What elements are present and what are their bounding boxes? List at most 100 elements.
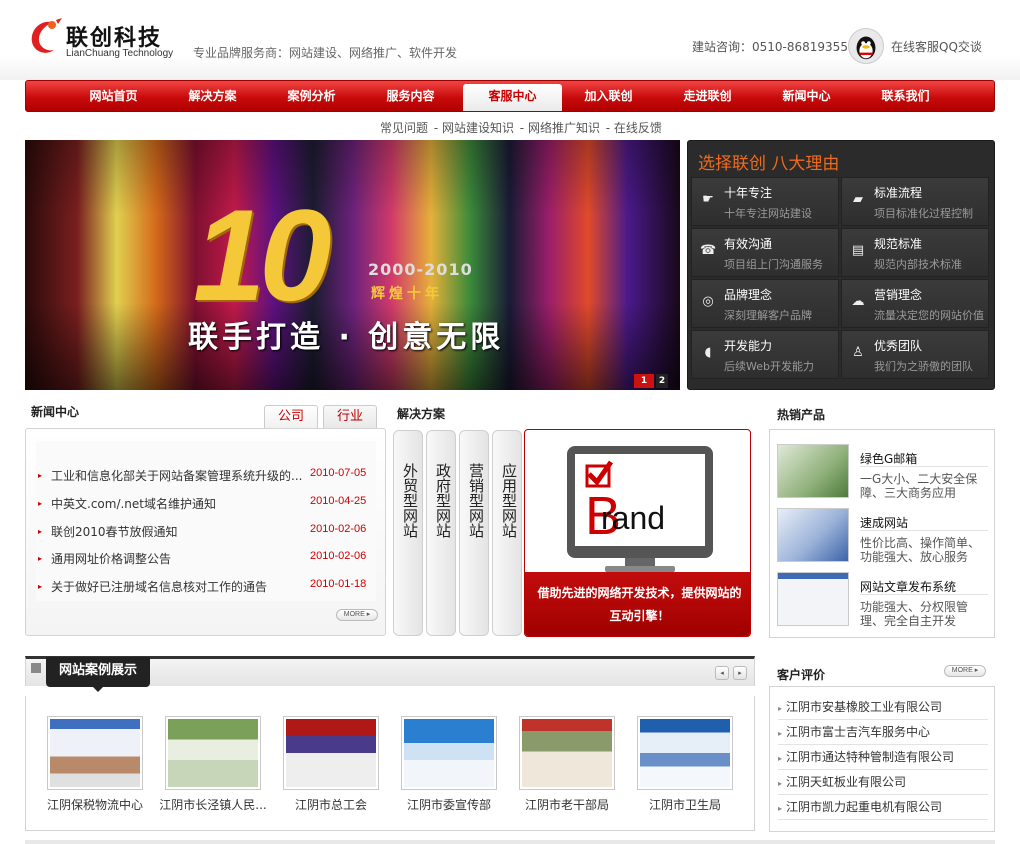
product-image[interactable] xyxy=(777,508,849,562)
product-item[interactable]: 绿色G邮箱 一G大小、二大安全保障、三大商务应用 xyxy=(774,440,992,502)
tab-company[interactable]: 公司 xyxy=(264,405,318,429)
case-thumbnail[interactable] xyxy=(401,716,497,790)
product-name[interactable]: 网站文章发布系统 xyxy=(860,578,956,595)
reviews-more-button[interactable]: MORE ▸ xyxy=(944,665,986,677)
reason-item[interactable]: ▰ 标准流程 项目标准化过程控制 xyxy=(841,177,989,226)
logo-icon[interactable] xyxy=(22,16,64,58)
case-thumbnail[interactable] xyxy=(47,716,143,790)
case-name[interactable]: 江阴市长泾镇人民... xyxy=(158,796,268,813)
list-item[interactable]: ▸ 江阴市富士吉汽车服务中心 xyxy=(778,720,988,745)
product-name[interactable]: 绿色G邮箱 xyxy=(860,450,917,467)
product-item[interactable]: 速成网站 性价比高、操作简单、功能强大、放心服务 xyxy=(774,504,992,566)
product-image[interactable] xyxy=(777,444,849,498)
case-item[interactable]: 江阴市长泾镇人民... xyxy=(159,716,267,813)
bullet-icon: ▸ xyxy=(38,471,43,480)
case-item[interactable]: 江阴市总工会 xyxy=(283,716,379,813)
reason-item[interactable]: ☛ 十年专注 十年专注网站建设 xyxy=(691,177,839,226)
news-title[interactable]: 关于做好已注册域名信息核对工作的通告 xyxy=(51,578,303,595)
review-company[interactable]: 江阴天虹板业有限公司 xyxy=(786,775,906,789)
bullet-icon: ▸ xyxy=(778,779,783,788)
nav-item-about[interactable]: 走进联创 xyxy=(658,81,757,111)
list-item[interactable]: ▸ 江阴市安基橡胶工业有限公司 xyxy=(778,695,988,720)
product-item[interactable]: 网站文章发布系统 功能强大、分权限管理、完全自主开发 xyxy=(774,568,992,630)
reviews-section-title: 客户评价 xyxy=(777,668,826,682)
solution-tab-app[interactable]: 应用型网站 xyxy=(492,430,522,636)
reason-item[interactable]: ◖ 开发能力 后续Web开发能力 xyxy=(691,330,839,379)
list-item[interactable]: ▸ 通用网址价格调整公告 2010-02-06 xyxy=(36,550,371,570)
review-company[interactable]: 江阴市通达特种管制造有限公司 xyxy=(786,750,954,764)
subnav-web-knowledge[interactable]: - 网站建设知识 xyxy=(430,121,514,135)
product-image[interactable] xyxy=(777,572,849,626)
case-thumbnail[interactable] xyxy=(165,716,261,790)
review-company[interactable]: 江阴市安基橡胶工业有限公司 xyxy=(786,700,942,714)
case-item[interactable]: 江阴市委宣传部 xyxy=(401,716,497,813)
nav-item-support[interactable]: 客服中心 xyxy=(463,84,562,111)
nav-item-services[interactable]: 服务内容 xyxy=(361,81,460,111)
case-name[interactable]: 江阴市卫生局 xyxy=(630,796,740,813)
qq-penguin-icon[interactable] xyxy=(848,28,884,64)
list-item[interactable]: ▸ 工业和信息化部关于网站备案管理系统升级的... 2010-07-05 xyxy=(36,467,371,487)
subnav-feedback[interactable]: - 在线反馈 xyxy=(602,121,662,135)
news-date: 2010-01-18 xyxy=(310,578,367,590)
list-item[interactable]: ▸ 联创2010春节放假通知 2010-02-06 xyxy=(36,523,371,543)
list-item[interactable]: ▸ 中英文.com/.net域名维护通知 2010-04-25 xyxy=(36,495,371,515)
bullet-icon: ▸ xyxy=(778,729,783,738)
review-company[interactable]: 江阴市凯力起重电机有限公司 xyxy=(786,800,942,814)
reason-item[interactable]: ▤ 规范标准 规范内部技术标准 xyxy=(841,228,989,277)
bullet-icon: ▸ xyxy=(778,804,783,813)
banner-page-1[interactable]: 1 xyxy=(634,374,654,388)
list-item[interactable]: ▸ 江阴市通达特种管制造有限公司 xyxy=(778,745,988,770)
case-item[interactable]: 江阴市卫生局 xyxy=(637,716,733,813)
brand-panel[interactable]: B rand 借助先进的网络开发技术，提供网站的互动引擎！ xyxy=(524,429,751,637)
news-title[interactable]: 通用网址价格调整公告 xyxy=(51,550,303,567)
list-item[interactable]: ▸ 江阴市凯力起重电机有限公司 xyxy=(778,795,988,820)
nav-item-news[interactable]: 新闻中心 xyxy=(757,81,856,111)
case-item[interactable]: 江阴市老干部局 xyxy=(519,716,615,813)
case-name[interactable]: 江阴市委宣传部 xyxy=(394,796,504,813)
nav-item-cases[interactable]: 案例分析 xyxy=(262,81,361,111)
reason-title: 营销理念 xyxy=(874,288,923,302)
cases-next-button[interactable]: ▸ xyxy=(733,666,747,680)
solution-tab-marketing[interactable]: 营销型网站 xyxy=(459,430,489,636)
subnav-promo-knowledge[interactable]: - 网络推广知识 xyxy=(516,121,600,135)
product-name[interactable]: 速成网站 xyxy=(860,514,908,531)
qq-chat-link[interactable]: 在线客服QQ交谈 xyxy=(891,38,982,55)
reason-item[interactable]: ☁ 营销理念 流量决定您的网站价值 xyxy=(841,279,989,328)
reason-item[interactable]: ♙ 优秀团队 我们为之骄傲的团队 xyxy=(841,330,989,379)
news-more-button[interactable]: MORE ▸ xyxy=(336,609,378,621)
reason-item[interactable]: ◎ 品牌理念 深刻理解客户品牌 xyxy=(691,279,839,328)
subnav-faq[interactable]: 常见问题 xyxy=(380,121,428,135)
reason-title: 开发能力 xyxy=(724,339,773,353)
nav-item-contact[interactable]: 联系我们 xyxy=(856,81,955,111)
list-item[interactable]: ▸ 江阴天虹板业有限公司 xyxy=(778,770,988,795)
banner-number: 10 xyxy=(193,182,332,328)
logo-subtext: LianChuang Technology xyxy=(66,48,174,59)
banner-page-2[interactable]: 2 xyxy=(656,374,668,388)
nav-item-home[interactable]: 网站首页 xyxy=(64,81,163,111)
mouse-icon: ◖ xyxy=(704,345,712,360)
cases-prev-button[interactable]: ◂ xyxy=(715,666,729,680)
reasons-panel: 选择联创 八大理由 ☛ 十年专注 十年专注网站建设 ▰ 标准流程 项目标准化过程… xyxy=(687,140,995,390)
case-name[interactable]: 江阴市总工会 xyxy=(276,796,386,813)
solution-tab-trade[interactable]: 外贸型网站 xyxy=(393,430,423,636)
case-name[interactable]: 江阴保税物流中心 xyxy=(40,796,150,813)
tab-industry[interactable]: 行业 xyxy=(323,405,377,429)
case-thumbnail[interactable] xyxy=(519,716,615,790)
nav-item-join[interactable]: 加入联创 xyxy=(559,81,658,111)
news-title[interactable]: 联创2010春节放假通知 xyxy=(51,523,303,540)
news-title[interactable]: 工业和信息化部关于网站备案管理系统升级的... xyxy=(51,467,303,484)
news-title[interactable]: 中英文.com/.net域名维护通知 xyxy=(51,495,303,512)
nav-item-solutions[interactable]: 解决方案 xyxy=(163,81,262,111)
solution-tab-gov[interactable]: 政府型网站 xyxy=(426,430,456,636)
bullet-icon: ▸ xyxy=(38,527,43,536)
hero-banner[interactable]: 10 2000-2010 辉煌十年 联手打造 · 创意无限 12 xyxy=(25,140,680,390)
case-thumbnail[interactable] xyxy=(637,716,733,790)
case-thumbnail[interactable] xyxy=(283,716,379,790)
case-item[interactable]: 江阴保税物流中心 xyxy=(47,716,143,813)
review-company[interactable]: 江阴市富士吉汽车服务中心 xyxy=(786,725,930,739)
news-date: 2010-04-25 xyxy=(310,495,367,507)
reason-item[interactable]: ☎ 有效沟通 项目组上门沟通服务 xyxy=(691,228,839,277)
case-name[interactable]: 江阴市老干部局 xyxy=(512,796,622,813)
list-item[interactable]: ▸ 关于做好已注册域名信息核对工作的通告 2010-01-18 xyxy=(36,578,371,598)
sub-nav: 常见问题 - 网站建设知识 - 网络推广知识 - 在线反馈 xyxy=(380,119,664,136)
